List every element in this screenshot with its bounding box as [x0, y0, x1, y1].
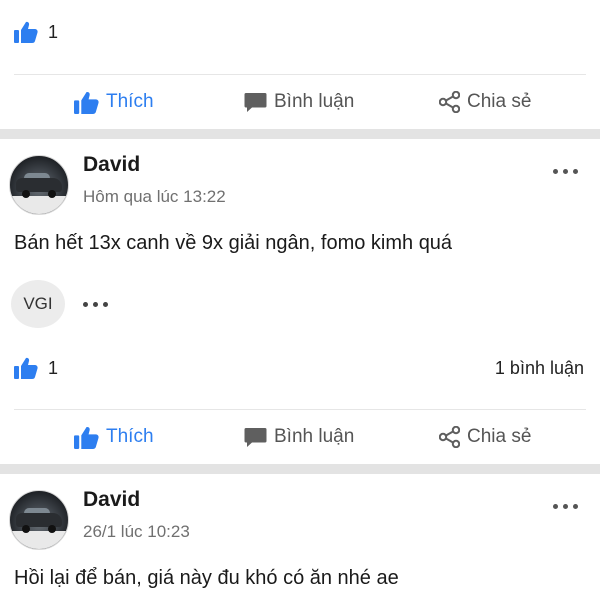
thumbs-up-icon	[74, 91, 99, 114]
comment-button[interactable]: Bình luận	[244, 91, 354, 113]
like-summary-row: 1	[0, 7, 600, 57]
thumbs-up-icon	[74, 426, 99, 449]
comment-label: Bình luận	[274, 91, 355, 112]
share-label: Chia sẻ	[467, 91, 532, 112]
post-time: 26/1 lúc 10:23	[83, 522, 190, 541]
author-name[interactable]: David	[83, 488, 140, 512]
share-icon	[439, 91, 460, 113]
post-body-text: Bán hết 13x canh về 9x giải ngân, fomo k…	[14, 232, 453, 254]
like-summary[interactable]: 1	[14, 21, 58, 43]
post-actions-bar: Thích Bình luận Chia sẻ	[0, 409, 600, 465]
author-name[interactable]: David	[83, 153, 140, 177]
post-header: David Hôm qua lúc 13:22	[0, 153, 600, 223]
more-options-button[interactable]	[549, 165, 582, 178]
like-count-text: 1	[48, 357, 59, 378]
more-dots-icon	[553, 169, 558, 174]
comment-button[interactable]: Bình luận	[244, 426, 354, 448]
thumbs-up-icon	[14, 21, 38, 43]
like-button[interactable]: Thích	[74, 426, 154, 449]
reaction-more-button[interactable]	[79, 298, 112, 311]
share-icon	[439, 426, 460, 448]
avatar[interactable]	[9, 490, 69, 550]
post-separator	[0, 464, 600, 474]
post-header: David 26/1 lúc 10:23	[0, 488, 600, 558]
share-button[interactable]: Chia sẻ	[439, 426, 531, 448]
post-actions-bar: Thích Bình luận Chia sẻ	[0, 74, 600, 130]
avatar[interactable]	[9, 155, 69, 215]
like-summary[interactable]: 1	[14, 357, 58, 379]
like-button[interactable]: Thích	[74, 91, 154, 114]
speech-bubble-icon	[244, 92, 267, 112]
comment-count-link[interactable]: 1 bình luận	[495, 358, 584, 379]
more-options-button[interactable]	[549, 500, 582, 513]
thumbs-up-icon	[14, 357, 38, 379]
speech-bubble-icon	[244, 427, 267, 447]
like-label: Thích	[106, 91, 154, 112]
share-label: Chia sẻ	[467, 426, 532, 447]
reaction-row: VGI	[11, 280, 211, 328]
like-label: Thích	[106, 426, 154, 447]
more-dots-icon	[553, 504, 558, 509]
like-count-text: 1	[48, 21, 59, 42]
reaction-chip[interactable]: VGI	[11, 280, 65, 328]
post-body-text: Hồi lại để bán, giá này đu khó có ăn nhé…	[14, 567, 399, 589]
comment-label: Bình luận	[274, 426, 355, 447]
like-summary-row: 1 1 bình luận	[0, 343, 600, 393]
post-time: Hôm qua lúc 13:22	[83, 187, 226, 206]
more-dots-icon	[83, 301, 88, 307]
post-separator	[0, 129, 600, 139]
share-button[interactable]: Chia sẻ	[439, 91, 531, 113]
